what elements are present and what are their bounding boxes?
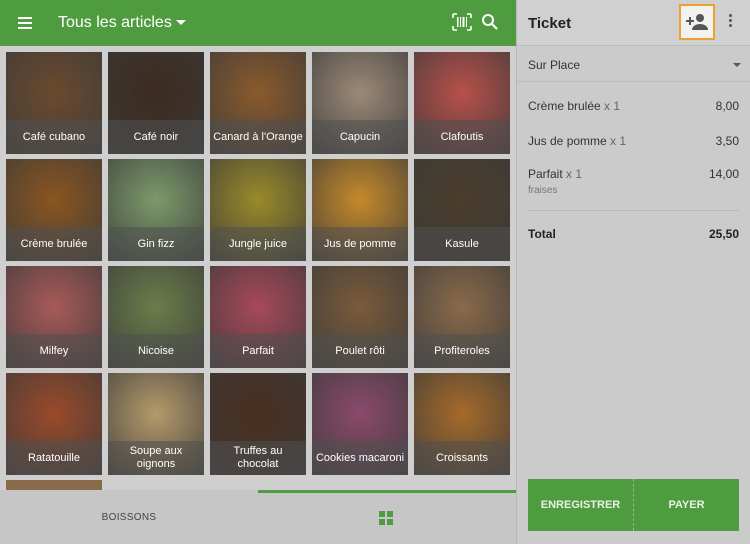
item-tile[interactable]: Croissants	[414, 373, 510, 475]
hamburger-menu-icon[interactable]	[16, 12, 38, 34]
line-item-quantity: x 1	[566, 167, 583, 181]
tab-all-items[interactable]	[258, 490, 516, 544]
item-tile[interactable]: Truffes au chocolat	[210, 373, 306, 475]
item-label: Capucin	[312, 120, 408, 154]
item-label: Poulet rôti	[312, 334, 408, 368]
barcode-scan-icon[interactable]	[452, 13, 472, 31]
ticket-header: Ticket	[517, 0, 750, 46]
save-button[interactable]: ENREGISTRER	[528, 479, 634, 531]
tab-boissons[interactable]: BOISSONS	[0, 490, 258, 544]
item-label: Truffes au chocolat	[210, 441, 306, 475]
item-label: Gin fizz	[108, 227, 204, 261]
item-label: Parfait	[210, 334, 306, 368]
item-label: Soupe aux oignons	[108, 441, 204, 475]
line-item-price: 8,00	[715, 99, 739, 113]
item-label: Ratatouille	[6, 441, 102, 475]
item-label: Croissants	[414, 441, 510, 475]
divider	[528, 210, 739, 211]
item-tile[interactable]: Ratatouille	[6, 373, 102, 475]
item-browser: Tous les articles Café cubano Café noir Ca…	[0, 0, 516, 544]
item-label: Profiteroles	[414, 334, 510, 368]
item-tile[interactable]: Gin fizz	[108, 159, 204, 261]
ticket-total: Total 25,50	[517, 227, 750, 243]
item-label: Kasule	[414, 227, 510, 261]
item-label: Café noir	[108, 120, 204, 154]
ticket-panel: Ticket Sur Place Crème brulée x 1 8,00 J…	[516, 0, 750, 544]
category-tab-bar: BOISSONS	[0, 490, 516, 544]
item-label: Jungle juice	[210, 227, 306, 261]
item-tile[interactable]: Café cubano	[6, 52, 102, 154]
item-grid: Café cubano Café noir Canard à l'Orange Cap…	[0, 46, 516, 490]
line-item-price: 3,50	[715, 134, 739, 148]
add-customer-button[interactable]	[679, 4, 715, 40]
pay-button[interactable]: PAYER	[634, 479, 739, 531]
item-label: Café cubano	[6, 120, 102, 154]
line-item-quantity: x 1	[604, 99, 621, 113]
item-tile[interactable]: Nicoise	[108, 266, 204, 368]
ticket-title: Ticket	[528, 15, 572, 32]
item-tile[interactable]: Capucin	[312, 52, 408, 154]
item-tile[interactable]: Café noir	[108, 52, 204, 154]
search-icon[interactable]	[481, 13, 499, 31]
dining-option-value: Sur Place	[528, 58, 581, 72]
grid-icon	[379, 511, 393, 525]
item-label: Clafoutis	[414, 120, 510, 154]
line-item-name: Parfait	[528, 167, 563, 181]
category-dropdown-icon[interactable]	[176, 20, 186, 25]
ticket-actions: ENREGISTRER PAYER	[528, 479, 739, 531]
item-label: Canard à l'Orange	[210, 120, 306, 154]
item-tile[interactable]: Crème brulée	[6, 159, 102, 261]
line-item-price: 14,00	[708, 167, 739, 181]
item-label: Milfey	[6, 334, 102, 368]
add-customer-icon	[686, 14, 708, 30]
total-label: Total	[528, 227, 556, 241]
item-tile[interactable]: Profiteroles	[414, 266, 510, 368]
line-item-modifier: fraises	[528, 185, 558, 196]
item-tile[interactable]: Milfey	[6, 266, 102, 368]
more-vert-icon[interactable]	[725, 14, 735, 32]
dining-option-select[interactable]: Sur Place	[517, 48, 750, 82]
category-title[interactable]: Tous les articles	[58, 14, 172, 32]
ticket-line[interactable]: Parfait x 1 14,00 fraises	[517, 167, 750, 199]
line-item-name: Crème brulée	[528, 99, 601, 113]
item-tile[interactable]: Jus de pomme	[312, 159, 408, 261]
line-item-name: Jus de pomme	[528, 134, 607, 148]
item-tile[interactable]: Parfait	[210, 266, 306, 368]
item-label: Crème brulée	[6, 227, 102, 261]
total-amount: 25,50	[708, 227, 739, 241]
item-tile[interactable]: Cookies macaroni	[312, 373, 408, 475]
item-tile[interactable]: Kasule	[414, 159, 510, 261]
chevron-down-icon	[733, 63, 741, 67]
line-item-quantity: x 1	[610, 134, 627, 148]
item-label: Cookies macaroni	[312, 441, 408, 475]
item-tile[interactable]: Canard à l'Orange	[210, 52, 306, 154]
item-label: Jus de pomme	[312, 227, 408, 261]
item-tile[interactable]: Soupe aux oignons	[108, 373, 204, 475]
item-tile-partial[interactable]	[6, 480, 102, 490]
item-tile[interactable]: Jungle juice	[210, 159, 306, 261]
item-label: Nicoise	[108, 334, 204, 368]
top-app-bar: Tous les articles	[0, 0, 516, 46]
item-tile[interactable]: Clafoutis	[414, 52, 510, 154]
item-tile[interactable]: Poulet rôti	[312, 266, 408, 368]
